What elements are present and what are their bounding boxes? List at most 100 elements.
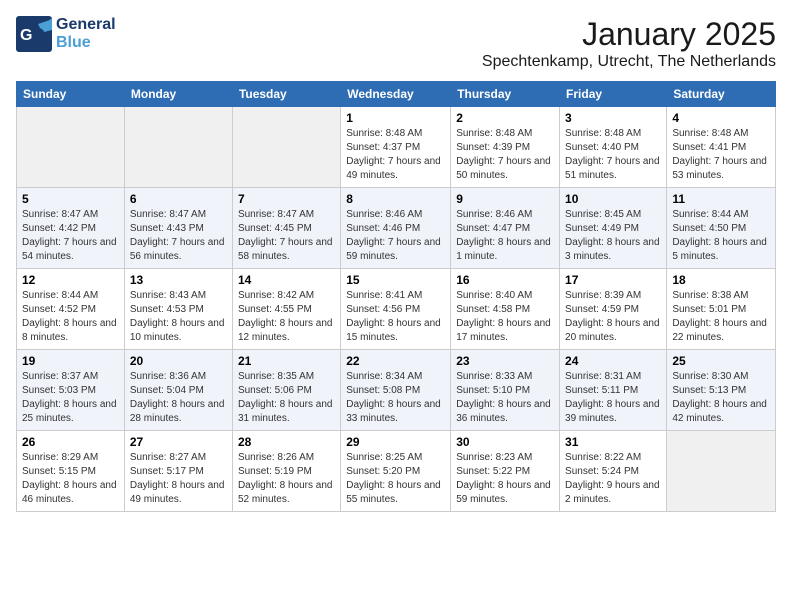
calendar-week-row: 26 Sunrise: 8:29 AM Sunset: 5:15 PM Dayli… xyxy=(17,431,776,512)
col-header-sunday: Sunday xyxy=(17,82,125,107)
day-number: 2 xyxy=(456,111,554,125)
day-info: Sunrise: 8:38 AM Sunset: 5:01 PM Dayligh… xyxy=(672,289,770,345)
day-info: Sunrise: 8:33 AM Sunset: 5:10 PM Dayligh… xyxy=(456,370,554,426)
calendar-cell xyxy=(232,107,340,188)
day-info: Sunrise: 8:39 AM Sunset: 4:59 PM Dayligh… xyxy=(565,289,661,345)
calendar-cell: 27Sunrise: 8:27 AM Sunset: 5:17 PM Dayli… xyxy=(124,431,232,512)
calendar-week-row: 1 Sunrise: 8:48 AM Sunset: 4:37 PM Daylig… xyxy=(17,107,776,188)
calendar-cell: 13Sunrise: 8:43 AM Sunset: 4:53 PM Dayli… xyxy=(124,269,232,350)
calendar-week-row: 19 Sunrise: 8:37 AM Sunset: 5:03 PM Dayli… xyxy=(17,350,776,431)
calendar-cell: 30Sunrise: 8:23 AM Sunset: 5:22 PM Dayli… xyxy=(451,431,560,512)
calendar-cell: 20 Sunrise: 8:36 AM Sunset: 5:04 PM Dayli… xyxy=(124,350,232,431)
day-info: Sunrise: 8:26 AM Sunset: 5:19 PM Dayligh… xyxy=(238,451,335,507)
col-header-friday: Friday xyxy=(560,82,667,107)
col-header-monday: Monday xyxy=(124,82,232,107)
day-number: 31 xyxy=(565,435,661,449)
calendar-cell: 17 Sunrise: 8:39 AM Sunset: 4:59 PM Dayli… xyxy=(560,269,667,350)
day-info: Sunrise: 8:42 AM Sunset: 4:55 PM Dayligh… xyxy=(238,289,335,345)
day-info: Sunrise: 8:48 AM Sunset: 4:41 PM Dayligh… xyxy=(672,127,770,183)
logo-icon: G xyxy=(16,16,52,52)
title-section: January 2025 Spechtenkamp, Utrecht, The … xyxy=(482,16,776,71)
month-title: January 2025 xyxy=(482,16,776,53)
day-info: Sunrise: 8:40 AM Sunset: 4:58 PM Dayligh… xyxy=(456,289,554,345)
day-info: Sunrise: 8:35 AM Sunset: 5:06 PM Dayligh… xyxy=(238,370,335,426)
day-info: Sunrise: 8:46 AM Sunset: 4:47 PM Dayligh… xyxy=(456,208,554,264)
day-number: 9 xyxy=(456,192,554,206)
day-number: 1 xyxy=(346,111,445,125)
calendar-cell: 23 Sunrise: 8:33 AM Sunset: 5:10 PM Dayli… xyxy=(451,350,560,431)
day-number: 13 xyxy=(130,273,227,287)
day-number: 15 xyxy=(346,273,445,287)
day-number: 29 xyxy=(346,435,445,449)
calendar-cell: 15Sunrise: 8:41 AM Sunset: 4:56 PM Dayli… xyxy=(341,269,451,350)
calendar-cell: 29Sunrise: 8:25 AM Sunset: 5:20 PM Dayli… xyxy=(341,431,451,512)
calendar-cell: 21 Sunrise: 8:35 AM Sunset: 5:06 PM Dayli… xyxy=(232,350,340,431)
calendar-cell: 25Sunrise: 8:30 AM Sunset: 5:13 PM Dayli… xyxy=(667,350,776,431)
day-number: 6 xyxy=(130,192,227,206)
day-info: Sunrise: 8:48 AM Sunset: 4:39 PM Dayligh… xyxy=(456,127,554,183)
calendar-cell: 28 Sunrise: 8:26 AM Sunset: 5:19 PM Dayli… xyxy=(232,431,340,512)
logo-general: General xyxy=(56,16,116,34)
calendar-header-row: SundayMondayTuesdayWednesdayThursdayFrid… xyxy=(17,82,776,107)
calendar-cell: 5 Sunrise: 8:47 AM Sunset: 4:42 PM Daylig… xyxy=(17,188,125,269)
day-number: 18 xyxy=(672,273,770,287)
calendar-cell: 31 Sunrise: 8:22 AM Sunset: 5:24 PM Dayli… xyxy=(560,431,667,512)
day-info: Sunrise: 8:36 AM Sunset: 5:04 PM Dayligh… xyxy=(130,370,227,426)
header: G General Blue January 2025 Spechtenkamp… xyxy=(16,16,776,71)
day-info: Sunrise: 8:46 AM Sunset: 4:46 PM Dayligh… xyxy=(346,208,445,264)
day-number: 26 xyxy=(22,435,119,449)
day-number: 7 xyxy=(238,192,335,206)
day-info: Sunrise: 8:29 AM Sunset: 5:15 PM Dayligh… xyxy=(22,451,119,507)
day-info: Sunrise: 8:23 AM Sunset: 5:22 PM Dayligh… xyxy=(456,451,554,507)
calendar-cell: 19 Sunrise: 8:37 AM Sunset: 5:03 PM Dayli… xyxy=(17,350,125,431)
day-info: Sunrise: 8:22 AM Sunset: 5:24 PM Dayligh… xyxy=(565,451,661,507)
calendar-cell: 11 Sunrise: 8:44 AM Sunset: 4:50 PM Dayli… xyxy=(667,188,776,269)
day-info: Sunrise: 8:44 AM Sunset: 4:52 PM Dayligh… xyxy=(22,289,119,345)
day-number: 24 xyxy=(565,354,661,368)
calendar-cell: 26 Sunrise: 8:29 AM Sunset: 5:15 PM Dayli… xyxy=(17,431,125,512)
calendar-cell: 12 Sunrise: 8:44 AM Sunset: 4:52 PM Dayli… xyxy=(17,269,125,350)
day-number: 23 xyxy=(456,354,554,368)
day-info: Sunrise: 8:45 AM Sunset: 4:49 PM Dayligh… xyxy=(565,208,661,264)
day-info: Sunrise: 8:31 AM Sunset: 5:11 PM Dayligh… xyxy=(565,370,661,426)
day-number: 16 xyxy=(456,273,554,287)
page: G General Blue January 2025 Spechtenkamp… xyxy=(0,0,792,612)
calendar-cell: 8 Sunrise: 8:46 AM Sunset: 4:46 PM Daylig… xyxy=(341,188,451,269)
day-info: Sunrise: 8:47 AM Sunset: 4:42 PM Dayligh… xyxy=(22,208,119,264)
calendar-cell: 1 Sunrise: 8:48 AM Sunset: 4:37 PM Daylig… xyxy=(341,107,451,188)
day-info: Sunrise: 8:37 AM Sunset: 5:03 PM Dayligh… xyxy=(22,370,119,426)
day-number: 21 xyxy=(238,354,335,368)
col-header-thursday: Thursday xyxy=(451,82,560,107)
col-header-wednesday: Wednesday xyxy=(341,82,451,107)
day-number: 25 xyxy=(672,354,770,368)
calendar-cell: 3Sunrise: 8:48 AM Sunset: 4:40 PM Daylig… xyxy=(560,107,667,188)
calendar-cell xyxy=(124,107,232,188)
day-info: Sunrise: 8:47 AM Sunset: 4:43 PM Dayligh… xyxy=(130,208,227,264)
calendar-cell: 9 Sunrise: 8:46 AM Sunset: 4:47 PM Daylig… xyxy=(451,188,560,269)
calendar-week-row: 12 Sunrise: 8:44 AM Sunset: 4:52 PM Dayli… xyxy=(17,269,776,350)
calendar-cell: 4Sunrise: 8:48 AM Sunset: 4:41 PM Daylig… xyxy=(667,107,776,188)
calendar-cell: 6 Sunrise: 8:47 AM Sunset: 4:43 PM Daylig… xyxy=(124,188,232,269)
day-info: Sunrise: 8:27 AM Sunset: 5:17 PM Dayligh… xyxy=(130,451,227,507)
calendar-cell: 2 Sunrise: 8:48 AM Sunset: 4:39 PM Daylig… xyxy=(451,107,560,188)
svg-text:G: G xyxy=(20,27,32,44)
calendar-cell xyxy=(667,431,776,512)
day-number: 12 xyxy=(22,273,119,287)
day-info: Sunrise: 8:48 AM Sunset: 4:40 PM Dayligh… xyxy=(565,127,661,183)
day-number: 8 xyxy=(346,192,445,206)
col-header-saturday: Saturday xyxy=(667,82,776,107)
calendar-cell: 10Sunrise: 8:45 AM Sunset: 4:49 PM Dayli… xyxy=(560,188,667,269)
day-number: 11 xyxy=(672,192,770,206)
day-number: 28 xyxy=(238,435,335,449)
day-number: 20 xyxy=(130,354,227,368)
day-number: 19 xyxy=(22,354,119,368)
col-header-tuesday: Tuesday xyxy=(232,82,340,107)
calendar-cell: 24 Sunrise: 8:31 AM Sunset: 5:11 PM Dayli… xyxy=(560,350,667,431)
day-info: Sunrise: 8:48 AM Sunset: 4:37 PM Dayligh… xyxy=(346,127,445,183)
calendar-cell: 14Sunrise: 8:42 AM Sunset: 4:55 PM Dayli… xyxy=(232,269,340,350)
day-info: Sunrise: 8:44 AM Sunset: 4:50 PM Dayligh… xyxy=(672,208,770,264)
logo: G General Blue xyxy=(16,16,116,52)
calendar-cell: 16 Sunrise: 8:40 AM Sunset: 4:58 PM Dayli… xyxy=(451,269,560,350)
day-number: 5 xyxy=(22,192,119,206)
day-number: 17 xyxy=(565,273,661,287)
